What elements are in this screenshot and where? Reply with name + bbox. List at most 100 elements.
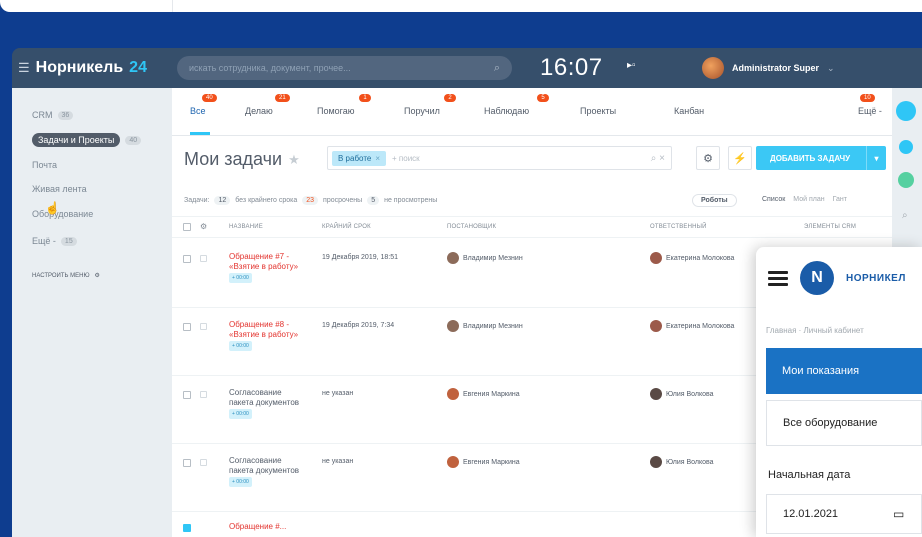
task-responsible[interactable]: Юлия Волкова bbox=[650, 456, 714, 468]
nav-all-equipment[interactable]: Все оборудование bbox=[766, 400, 922, 446]
counters-label: Задачи: bbox=[184, 197, 210, 204]
robots-button[interactable]: Роботы bbox=[692, 194, 737, 207]
help-icon[interactable] bbox=[896, 101, 916, 121]
task-responsible[interactable]: Юлия Волкова bbox=[650, 388, 714, 400]
row-checkbox[interactable] bbox=[183, 391, 191, 399]
column-header-responsible[interactable]: ОТВЕТСТВЕННЫЙ bbox=[650, 224, 707, 230]
filter-chip[interactable]: В работе × bbox=[332, 150, 387, 166]
task-creator[interactable]: Владимир Мезнин bbox=[447, 252, 523, 264]
responsible-name[interactable]: Екатерина Молокова bbox=[666, 323, 734, 330]
creator-name[interactable]: Евгения Маркина bbox=[463, 391, 520, 398]
flag-icon[interactable] bbox=[200, 255, 207, 262]
logo-version: 24 bbox=[129, 59, 147, 76]
overdue-count[interactable]: 23 bbox=[302, 196, 319, 205]
automation-button[interactable]: ⚡ bbox=[728, 146, 752, 170]
task-creator[interactable]: Евгения Маркина bbox=[447, 456, 520, 468]
tab-watching[interactable]: 5 Наблюдаю bbox=[484, 94, 549, 116]
sidebar-item-equipment[interactable]: Оборудование bbox=[32, 209, 93, 219]
chat-icon[interactable] bbox=[898, 172, 914, 188]
view-gantt[interactable]: Гант bbox=[833, 196, 847, 203]
column-header-creator[interactable]: ПОСТАНОВЩИК bbox=[447, 224, 496, 230]
breadcrumb[interactable]: Главная · Личный кабинет bbox=[766, 326, 864, 335]
time-tag: + 00:00 bbox=[229, 409, 252, 419]
notifications-icon[interactable] bbox=[899, 140, 913, 154]
creator-name[interactable]: Владимир Мезнин bbox=[463, 255, 523, 262]
row-checkbox[interactable] bbox=[183, 323, 191, 331]
responsible-name[interactable]: Юлия Волкова bbox=[666, 391, 714, 398]
task-deadline[interactable]: 19 Декабря 2019, 7:34 bbox=[322, 322, 394, 329]
calendar-icon[interactable]: ▭ bbox=[893, 507, 904, 521]
task-responsible[interactable]: Екатерина Молокова bbox=[650, 252, 734, 264]
task-name-text[interactable]: Обращение #7 - «Взятие в работу» bbox=[229, 252, 298, 271]
chevron-down-icon[interactable]: ▾ bbox=[866, 146, 886, 170]
sidebar-item-feed[interactable]: Живая лента bbox=[32, 184, 87, 194]
view-my-plan[interactable]: Мой план bbox=[793, 196, 824, 203]
overdue-label[interactable]: просрочены bbox=[323, 197, 362, 204]
column-header-name[interactable]: НАЗВАНИЕ bbox=[229, 224, 263, 230]
no-deadline-label[interactable]: без крайнего срока bbox=[235, 197, 297, 204]
task-name-text[interactable]: Обращение #8 - «Взятие в работу» bbox=[229, 320, 298, 339]
creator-name[interactable]: Евгения Маркина bbox=[463, 459, 520, 466]
tab-kanban[interactable]: Канбан bbox=[674, 106, 704, 116]
tab-all[interactable]: 40 Все bbox=[190, 94, 217, 116]
task-deadline[interactable]: не указан bbox=[322, 458, 353, 465]
task-name-text[interactable]: Согласование пакета документов bbox=[229, 388, 299, 407]
creator-name[interactable]: Владимир Мезнин bbox=[463, 323, 523, 330]
flag-icon[interactable] bbox=[200, 323, 207, 330]
tab-doing[interactable]: 21 Делаю bbox=[245, 94, 290, 116]
unread-label[interactable]: не просмотрены bbox=[384, 197, 437, 204]
tab-assigned[interactable]: 2 Поручил bbox=[404, 94, 456, 116]
sidebar-item-more[interactable]: Ещё - 15 bbox=[32, 236, 77, 246]
search-input[interactable]: искать сотрудника, документ, прочее... ⌕ bbox=[177, 56, 512, 80]
task-deadline[interactable]: 19 Декабря 2019, 18:51 bbox=[322, 254, 398, 261]
row-checkbox[interactable] bbox=[183, 524, 191, 532]
menu-icon[interactable]: ☰ bbox=[18, 60, 30, 76]
unread-count[interactable]: 5 bbox=[367, 196, 380, 205]
task-name[interactable]: Обращение #... bbox=[229, 522, 304, 532]
menu-icon[interactable] bbox=[768, 270, 788, 286]
clock-flag-icon[interactable]: ▸▫ bbox=[627, 60, 636, 71]
filter-search[interactable]: В работе × + поиск ⌕ × bbox=[327, 146, 672, 170]
responsible-name[interactable]: Юлия Волкова bbox=[666, 459, 714, 466]
task-name[interactable]: Обращение #7 - «Взятие в работу» + 00:00 bbox=[229, 252, 304, 283]
gear-icon[interactable]: ⚙ bbox=[200, 222, 207, 231]
column-header-deadline[interactable]: КРАЙНИЙ СРОК bbox=[322, 224, 371, 230]
settings-button[interactable]: ⚙ bbox=[696, 146, 720, 170]
responsible-name[interactable]: Екатерина Молокова bbox=[666, 255, 734, 262]
view-list[interactable]: Список bbox=[762, 196, 785, 203]
sidebar-settings[interactable]: НАСТРОИТЬ МЕНЮ ⚙ bbox=[32, 272, 100, 280]
row-checkbox[interactable] bbox=[183, 255, 191, 263]
start-date-field[interactable]: 12.01.2021 ▭ bbox=[766, 494, 922, 534]
search-icon[interactable]: ⌕ bbox=[902, 210, 908, 221]
sidebar-item-crm[interactable]: CRM 36 bbox=[32, 110, 74, 120]
tab-projects[interactable]: Проекты bbox=[580, 106, 616, 116]
no-deadline-count[interactable]: 12 bbox=[214, 196, 231, 205]
row-checkbox[interactable] bbox=[183, 459, 191, 467]
top-header: ☰ Норникель 24 искать сотрудника, докуме… bbox=[12, 48, 922, 88]
sidebar-item-mail[interactable]: Почта bbox=[32, 160, 57, 170]
table-header: ⚙ НАЗВАНИЕ КРАЙНИЙ СРОК ПОСТАНОВЩИК ОТВЕ… bbox=[172, 216, 892, 238]
task-responsible[interactable]: Екатерина Молокова bbox=[650, 320, 734, 332]
nav-my-readings[interactable]: Мои показания bbox=[766, 348, 922, 394]
flag-icon[interactable] bbox=[200, 459, 207, 466]
task-deadline[interactable]: не указан bbox=[322, 390, 353, 397]
task-name[interactable]: Согласование пакета документов + 00:00 bbox=[229, 456, 304, 487]
task-creator[interactable]: Владимир Мезнин bbox=[447, 320, 523, 332]
top-panel-edge bbox=[0, 0, 922, 12]
tab-helping[interactable]: 1 Помогаю bbox=[317, 94, 371, 116]
user-menu[interactable]: Administrator Super ⌄ bbox=[702, 57, 835, 79]
task-name-text[interactable]: Согласование пакета документов bbox=[229, 456, 299, 475]
sidebar-item-tasks[interactable]: Задачи и Проекты 40 bbox=[32, 133, 142, 147]
task-creator[interactable]: Евгения Маркина bbox=[447, 388, 520, 400]
close-icon[interactable]: × bbox=[375, 154, 380, 163]
avatar bbox=[447, 320, 459, 332]
tab-more[interactable]: 10 Ещё - bbox=[858, 94, 882, 116]
flag-icon[interactable] bbox=[200, 391, 207, 398]
logo[interactable]: ☰ Норникель 24 bbox=[18, 59, 147, 77]
star-icon[interactable]: ★ bbox=[288, 152, 300, 168]
task-name[interactable]: Согласование пакета документов + 00:00 bbox=[229, 388, 304, 419]
add-task-button[interactable]: ДОБАВИТЬ ЗАДАЧУ ▾ bbox=[756, 146, 886, 170]
column-header-crm[interactable]: ЭЛЕМЕНТЫ CRM bbox=[804, 224, 856, 230]
select-all-checkbox[interactable] bbox=[183, 223, 191, 231]
task-name[interactable]: Обращение #8 - «Взятие в работу» + 00:00 bbox=[229, 320, 304, 351]
